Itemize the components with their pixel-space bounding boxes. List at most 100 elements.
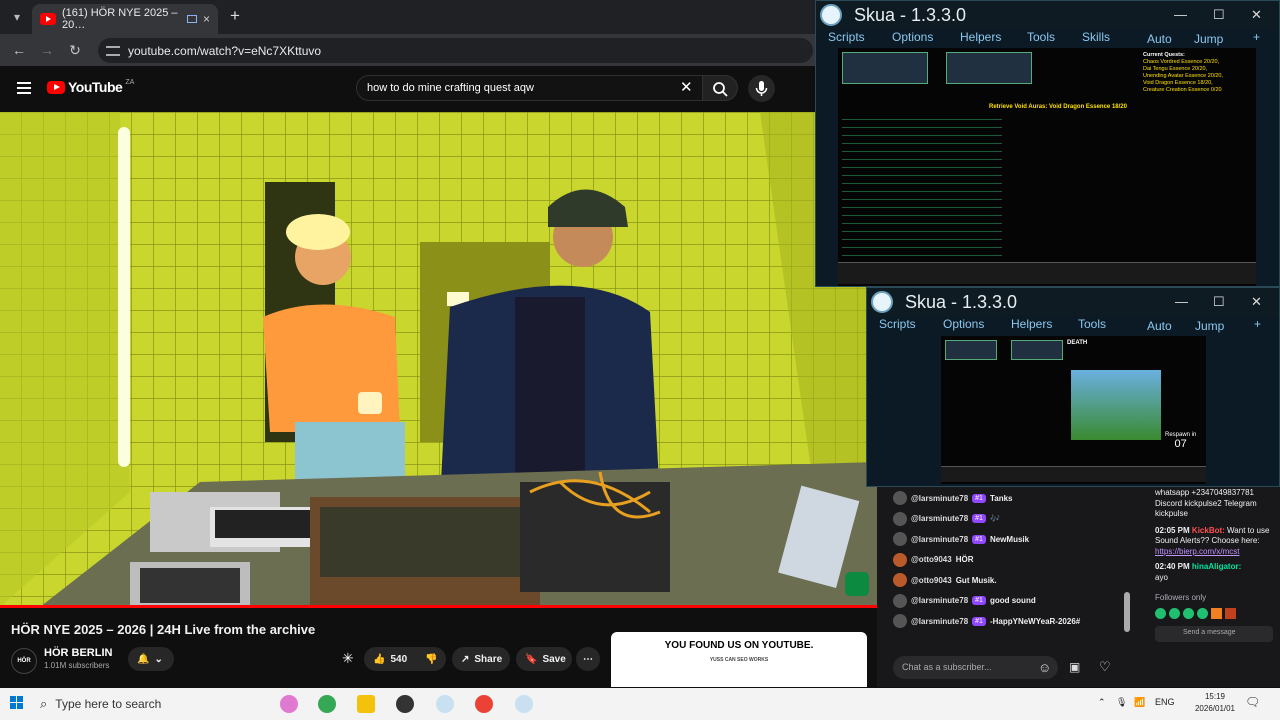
reload-button[interactable]: ↻ [66, 41, 84, 59]
chat-username[interactable]: @larsminute78 [911, 596, 968, 605]
site-info-icon[interactable] [106, 45, 120, 56]
chat-username[interactable]: @otto9043 [911, 555, 952, 564]
chat-avatar[interactable] [893, 491, 907, 505]
action-bar[interactable] [838, 262, 1256, 284]
chat-avatar[interactable] [893, 511, 907, 526]
skua-menu-tools[interactable]: Tools [1027, 30, 1055, 44]
chat-avatar[interactable] [893, 614, 907, 628]
skua-taskbar-icon-2[interactable] [515, 695, 533, 713]
search-button[interactable] [702, 75, 738, 101]
dislike-button[interactable]: 👎 [416, 647, 446, 671]
skua-menu-options[interactable]: Options [892, 30, 933, 44]
video-player[interactable] [0, 112, 877, 607]
skua-window-2: Skua - 1.3.3.0 — ☐ ✕ Scripts Options Hel… [866, 287, 1280, 487]
skua-menu-auto[interactable]: Auto [1147, 32, 1172, 46]
clear-search-icon[interactable]: ✕ [680, 78, 693, 96]
skua-menu-jump[interactable]: Jump [1195, 319, 1224, 333]
chat-username[interactable]: @larsminute78 [911, 617, 968, 626]
microphone-tray-icon[interactable]: 🎙 [1116, 697, 1127, 708]
language-indicator[interactable]: ENG [1155, 697, 1175, 707]
emoji-icon[interactable]: ☺ [1038, 660, 1051, 675]
youtube-logo[interactable]: YouTube ZA [47, 79, 134, 95]
skua-menu-add[interactable]: + [1253, 30, 1260, 44]
tab-close-button[interactable]: × [203, 12, 210, 26]
emote-row[interactable] [1155, 607, 1273, 620]
network-icon[interactable]: 📶 [1134, 697, 1145, 708]
minimize-icon[interactable]: — [1174, 7, 1187, 22]
chrome-profile-icon[interactable] [475, 695, 493, 713]
gift-icon[interactable]: ▣ [1069, 660, 1080, 674]
game-viewport[interactable]: Retrieve Void Auras: Void Dragon Essence… [838, 48, 1256, 286]
more-actions-button[interactable]: ⋯ [576, 647, 600, 671]
quest-progress-header: Retrieve Void Auras: Void Dragon Essence… [989, 104, 1127, 110]
skua-menu-add[interactable]: + [1254, 317, 1261, 331]
promo-subtitle: YUSS CAN SEO WORKS [709, 657, 769, 663]
file-explorer-icon[interactable] [357, 695, 375, 713]
chat-avatar[interactable] [893, 552, 907, 567]
subscribe-bell-button[interactable]: 🔔 ⌄ [128, 647, 174, 671]
video-title: HÖR NYE 2025 – 2026 | 24H Live from the … [11, 622, 316, 637]
target-portrait [1011, 340, 1063, 360]
minimize-icon[interactable]: — [1175, 294, 1188, 309]
skua-menu-helpers[interactable]: Helpers [1011, 317, 1052, 331]
game-viewport[interactable]: DEATH Respawn in 07 [941, 336, 1206, 484]
chat-message-text: -HappYNeWYeaR-2026# [989, 616, 1081, 626]
send-message-input[interactable]: Send a message [1155, 625, 1273, 642]
skua-menu-jump[interactable]: Jump [1194, 32, 1223, 46]
chat-avatar[interactable] [893, 573, 907, 587]
search-input[interactable]: how to do mine crafting quest aqw [356, 75, 703, 101]
skua-menu-auto[interactable]: Auto [1147, 319, 1172, 333]
copilot-icon[interactable] [280, 695, 298, 713]
notifications-icon[interactable]: 🗨 [1245, 695, 1260, 709]
skua-menu-helpers[interactable]: Helpers [960, 30, 1001, 44]
chat-scrollbar[interactable] [1124, 592, 1130, 632]
chat-username[interactable]: @larsminute78 [911, 535, 968, 544]
chat-username[interactable]: @larsminute78 [911, 494, 968, 503]
channel-name[interactable]: HÖR BERLIN [44, 647, 112, 659]
taskbar-clock[interactable]: 15:19 2026/01/01 [1190, 691, 1240, 715]
url-field[interactable]: youtube.com/watch?v=eNc7XKttuvo [98, 38, 813, 63]
skua-menu-scripts[interactable]: Scripts [828, 30, 865, 44]
heart-icon[interactable]: ♡ [1099, 659, 1111, 675]
share-button[interactable]: ↗ Share [452, 647, 510, 671]
video-progress-bar[interactable] [0, 605, 877, 608]
show-hidden-icons[interactable]: ⌃ [1098, 697, 1106, 708]
message-user[interactable]: hinaAligator: [1192, 562, 1241, 571]
skua-menu-options[interactable]: Options [943, 317, 984, 331]
app-icon[interactable] [396, 695, 414, 713]
chat-input[interactable]: Chat as a subscriber... [893, 656, 1058, 679]
windows-start-button[interactable] [10, 696, 24, 710]
skua-menu-skills[interactable]: Skills [1082, 30, 1110, 44]
chat-rank-badge: #1 [972, 514, 986, 523]
taskbar-search[interactable]: ⌕ Type here to search [40, 688, 161, 720]
hype-icon[interactable]: ✳ [342, 650, 354, 667]
new-tab-button[interactable]: + [226, 6, 244, 26]
forward-button[interactable]: → [38, 41, 56, 59]
tab-search-dropdown[interactable]: ▾ [8, 8, 26, 26]
close-icon[interactable]: ✕ [1251, 294, 1262, 310]
quest-item: Dai Tengu Essence 20/20, [1143, 66, 1208, 72]
chat-username[interactable]: @otto9043 [911, 576, 952, 585]
chat-avatar[interactable] [893, 593, 907, 608]
maximize-icon[interactable]: ☐ [1213, 294, 1225, 310]
skua-menu-tools[interactable]: Tools [1078, 317, 1106, 331]
back-button[interactable]: ← [10, 41, 28, 59]
promo-banner[interactable]: YOU FOUND US ON YOUTUBE. YUSS CAN SEO WO… [611, 632, 867, 687]
skua-menu-scripts[interactable]: Scripts [879, 317, 916, 331]
chrome-icon[interactable] [318, 695, 336, 713]
action-bar[interactable] [941, 466, 1206, 482]
message-link[interactable]: https://bierp.com/x/mcst [1155, 547, 1273, 558]
menu-icon[interactable] [17, 82, 31, 94]
close-icon[interactable]: ✕ [1251, 7, 1262, 23]
chat-avatar[interactable] [893, 532, 907, 546]
chat-message: @larsminute78 #1 🎶 [893, 509, 1000, 529]
channel-avatar[interactable]: HÖR [11, 648, 37, 674]
skua-taskbar-icon[interactable] [436, 695, 454, 713]
maximize-icon[interactable]: ☐ [1213, 7, 1225, 23]
save-button[interactable]: 🔖 Save [516, 647, 572, 671]
browser-tab[interactable]: (161) HÖR NYE 2025 – 20… × [32, 4, 218, 34]
voice-search-button[interactable] [748, 75, 775, 102]
message-user[interactable]: KickBot: [1192, 526, 1225, 535]
chat-username[interactable]: @larsminute78 [911, 514, 968, 523]
chat-message: @larsminute78 #1 NewMusik [893, 529, 1029, 549]
